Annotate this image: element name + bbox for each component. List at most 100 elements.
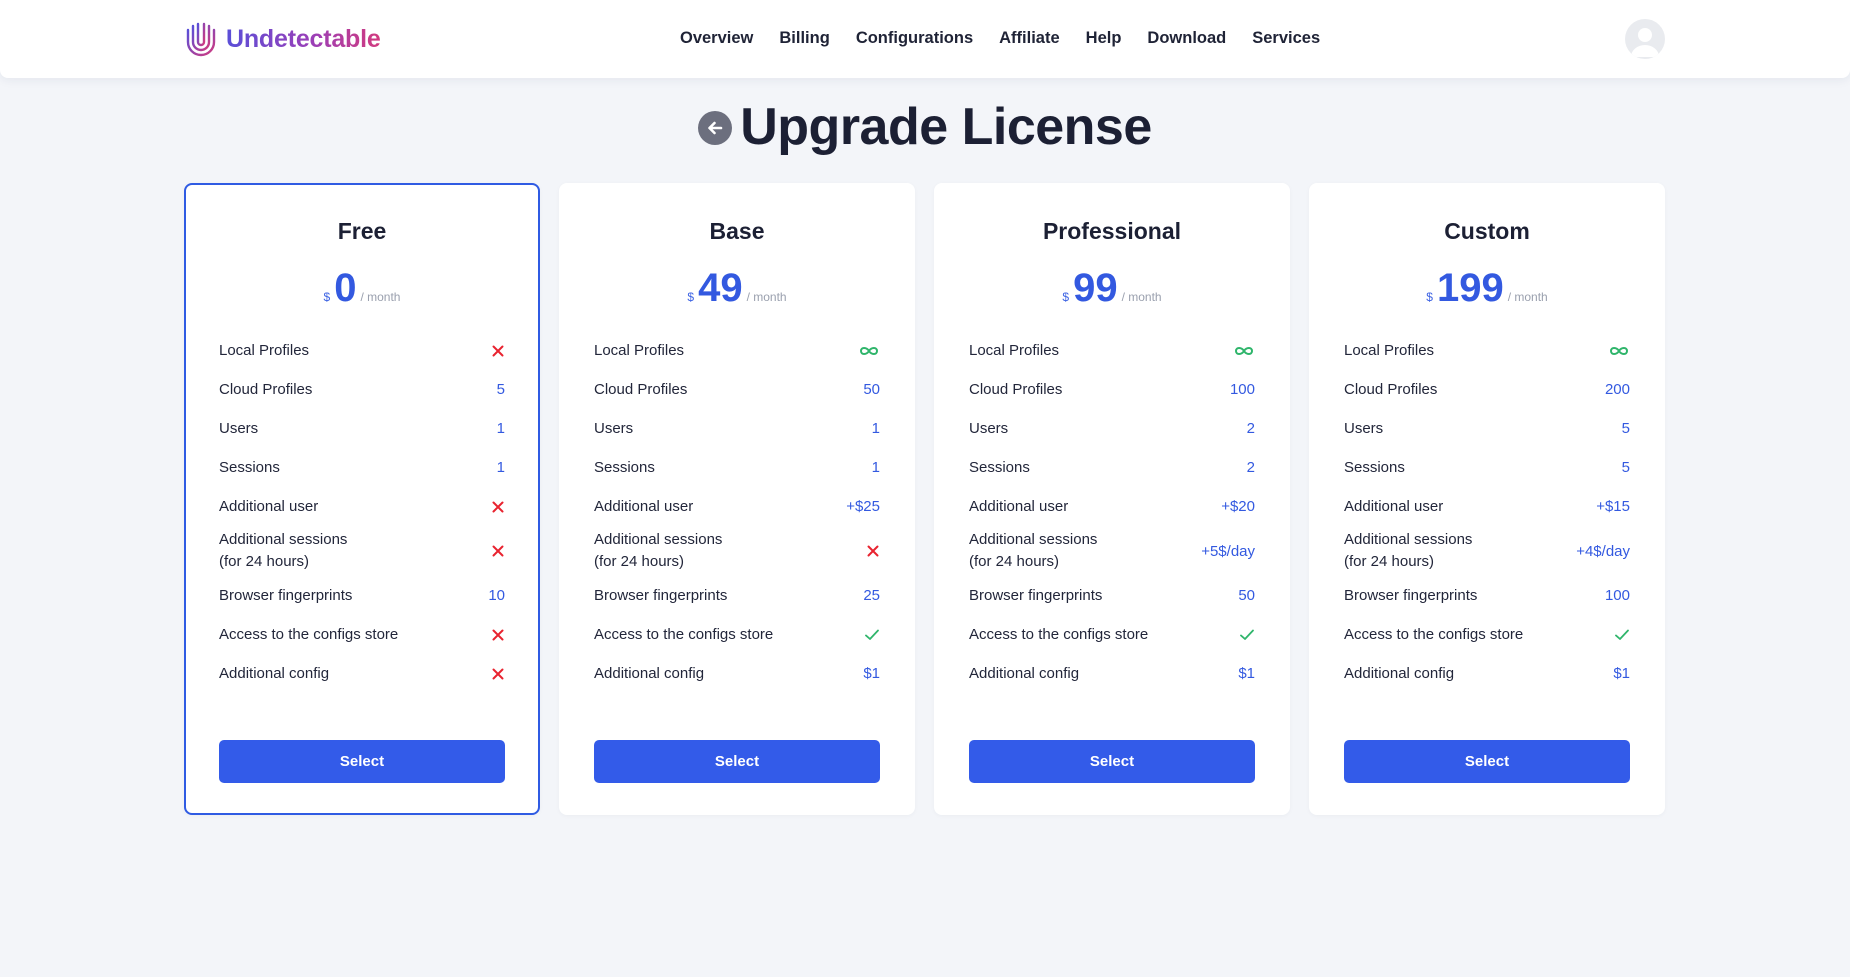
price-period: / month <box>1507 290 1548 304</box>
nav-overview[interactable]: Overview <box>680 29 753 48</box>
feature-additional-sessions-for-24-hours: Additional sessions (for 24 hours) +5$/da… <box>969 526 1255 576</box>
feature-local-profiles: Local Profiles <box>969 331 1255 370</box>
plan-price: $0/ month <box>186 268 538 308</box>
feature-label: Additional user <box>594 497 694 515</box>
price-currency: $ <box>1426 290 1433 304</box>
arrow-left-icon <box>708 121 723 135</box>
feature-list: Local Profiles Cloud Profiles 200 Users 5 Ses… <box>1344 331 1630 693</box>
plan-card-professional[interactable]: Professional $99/ month Local Profiles Clou… <box>934 183 1290 815</box>
feature-users: Users 5 <box>1344 409 1630 448</box>
check-icon <box>864 628 880 642</box>
nav-affiliate[interactable]: Affiliate <box>999 29 1060 48</box>
cross-icon <box>491 344 505 358</box>
feature-value: 200 <box>1604 381 1630 398</box>
cross-icon <box>866 544 880 558</box>
feature-label: Additional config <box>594 664 705 682</box>
feature-label: Users <box>594 419 634 437</box>
plan-name: Free <box>337 218 387 244</box>
price-currency: $ <box>323 290 331 304</box>
feature-additional-config: Additional config <box>219 654 505 693</box>
nav-help[interactable]: Help <box>1086 29 1122 48</box>
feature-browser-fingerprints: Browser fingerprints 100 <box>1344 576 1630 615</box>
feature-list: Local Profiles Cloud Profiles 50 Users 1 Sess… <box>594 331 880 693</box>
feature-value: +$25 <box>846 498 880 515</box>
feature-additional-user: Additional user +$15 <box>1344 487 1630 526</box>
nav-configurations[interactable]: Configurations <box>856 29 973 48</box>
select-base-button[interactable]: Select <box>594 740 880 783</box>
feature-local-profiles: Local Profiles <box>594 331 880 370</box>
feature-local-profiles: Local Profiles <box>1344 331 1630 370</box>
feature-label: Sessions <box>219 458 280 476</box>
select-custom-button[interactable]: Select <box>1344 740 1630 783</box>
price-currency: $ <box>1062 290 1070 304</box>
feature-label: Additional config <box>969 664 1080 682</box>
brand-logo[interactable]: Undetectable <box>184 20 381 58</box>
feature-value: 100 <box>1604 587 1630 604</box>
infinity-icon <box>858 345 880 357</box>
plan-card-base[interactable]: Base $49/ month Local Profiles Cloud Profil… <box>559 183 915 815</box>
feature-label: Local Profiles <box>594 341 685 359</box>
feature-value: 1 <box>871 459 880 476</box>
price-currency: $ <box>687 290 695 304</box>
feature-value: +4$/day <box>1576 542 1630 560</box>
feature-additional-config: Additional config $1 <box>969 654 1255 693</box>
select-free-button[interactable]: Select <box>219 740 505 783</box>
feature-value: 100 <box>1229 381 1255 398</box>
plan-card-custom[interactable]: Custom $199/ month Local Profiles Cloud Pro… <box>1309 183 1665 815</box>
feature-list: Local Profiles Cloud Profiles 5 Users 1 Sessi… <box>219 331 505 693</box>
plan-card-free[interactable]: Free $0/ month Local Profiles Cloud Profile… <box>184 183 540 815</box>
feature-label: Additional user <box>969 497 1069 515</box>
feature-label: Browser fingerprints <box>594 586 728 604</box>
feature-value: 5 <box>1621 420 1630 437</box>
feature-label: Access to the configs store <box>969 625 1149 643</box>
select-professional-button[interactable]: Select <box>969 740 1255 783</box>
feature-sessions: Sessions 1 <box>219 448 505 487</box>
nav-billing[interactable]: Billing <box>779 29 829 48</box>
feature-additional-sessions-for-24-hours: Additional sessions (for 24 hours) <box>219 526 505 576</box>
feature-label: Local Profiles <box>219 341 310 359</box>
feature-label: Additional sessions (for 24 hours) <box>219 531 348 570</box>
feature-label: Browser fingerprints <box>219 586 353 604</box>
nav-services[interactable]: Services <box>1252 29 1320 48</box>
feature-value: $1 <box>1613 665 1630 682</box>
feature-additional-sessions-for-24-hours: Additional sessions (for 24 hours) +4$/da… <box>1344 526 1630 576</box>
plan-price: $49/ month <box>561 268 913 308</box>
feature-value: +5$/day <box>1201 542 1255 560</box>
plan-name: Professional <box>1042 218 1182 244</box>
feature-label: Browser fingerprints <box>1344 586 1478 604</box>
feature-label: Cloud Profiles <box>969 380 1063 398</box>
cross-icon <box>491 628 505 642</box>
feature-browser-fingerprints: Browser fingerprints 25 <box>594 576 880 615</box>
infinity-icon <box>1233 345 1255 357</box>
main-nav: Overview Billing Configurations Affiliat… <box>680 29 1346 48</box>
feature-users: Users 2 <box>969 409 1255 448</box>
feature-label: Browser fingerprints <box>969 586 1103 604</box>
undetectable-logo-icon <box>186 22 216 57</box>
feature-label: Access to the configs store <box>219 625 399 643</box>
cross-icon <box>491 667 505 681</box>
feature-label: Users <box>219 419 259 437</box>
infinity-icon <box>1608 345 1630 357</box>
feature-browser-fingerprints: Browser fingerprints 50 <box>969 576 1255 615</box>
back-button[interactable] <box>698 111 733 145</box>
feature-additional-sessions-for-24-hours: Additional sessions (for 24 hours) <box>594 526 880 576</box>
feature-cloud-profiles: Cloud Profiles 5 <box>219 370 505 409</box>
feature-label: Access to the configs store <box>1344 625 1524 643</box>
nav-download[interactable]: Download <box>1147 29 1226 48</box>
feature-label: Local Profiles <box>1344 341 1435 359</box>
feature-label: Users <box>1344 419 1384 437</box>
feature-users: Users 1 <box>594 409 880 448</box>
user-avatar[interactable] <box>1625 19 1665 59</box>
user-avatar-icon <box>1631 28 1659 57</box>
price-period: / month <box>746 290 787 304</box>
feature-value: 2 <box>1246 420 1255 437</box>
check-icon <box>1614 628 1630 642</box>
feature-additional-user: Additional user +$20 <box>969 487 1255 526</box>
plan-name: Base <box>709 218 765 244</box>
price-amount: 99 <box>1073 266 1118 310</box>
feature-value: 2 <box>1246 459 1255 476</box>
feature-value: 50 <box>863 381 880 398</box>
feature-value: $1 <box>863 665 880 682</box>
feature-sessions: Sessions 5 <box>1344 448 1630 487</box>
page-title: Upgrade License <box>740 98 1152 156</box>
